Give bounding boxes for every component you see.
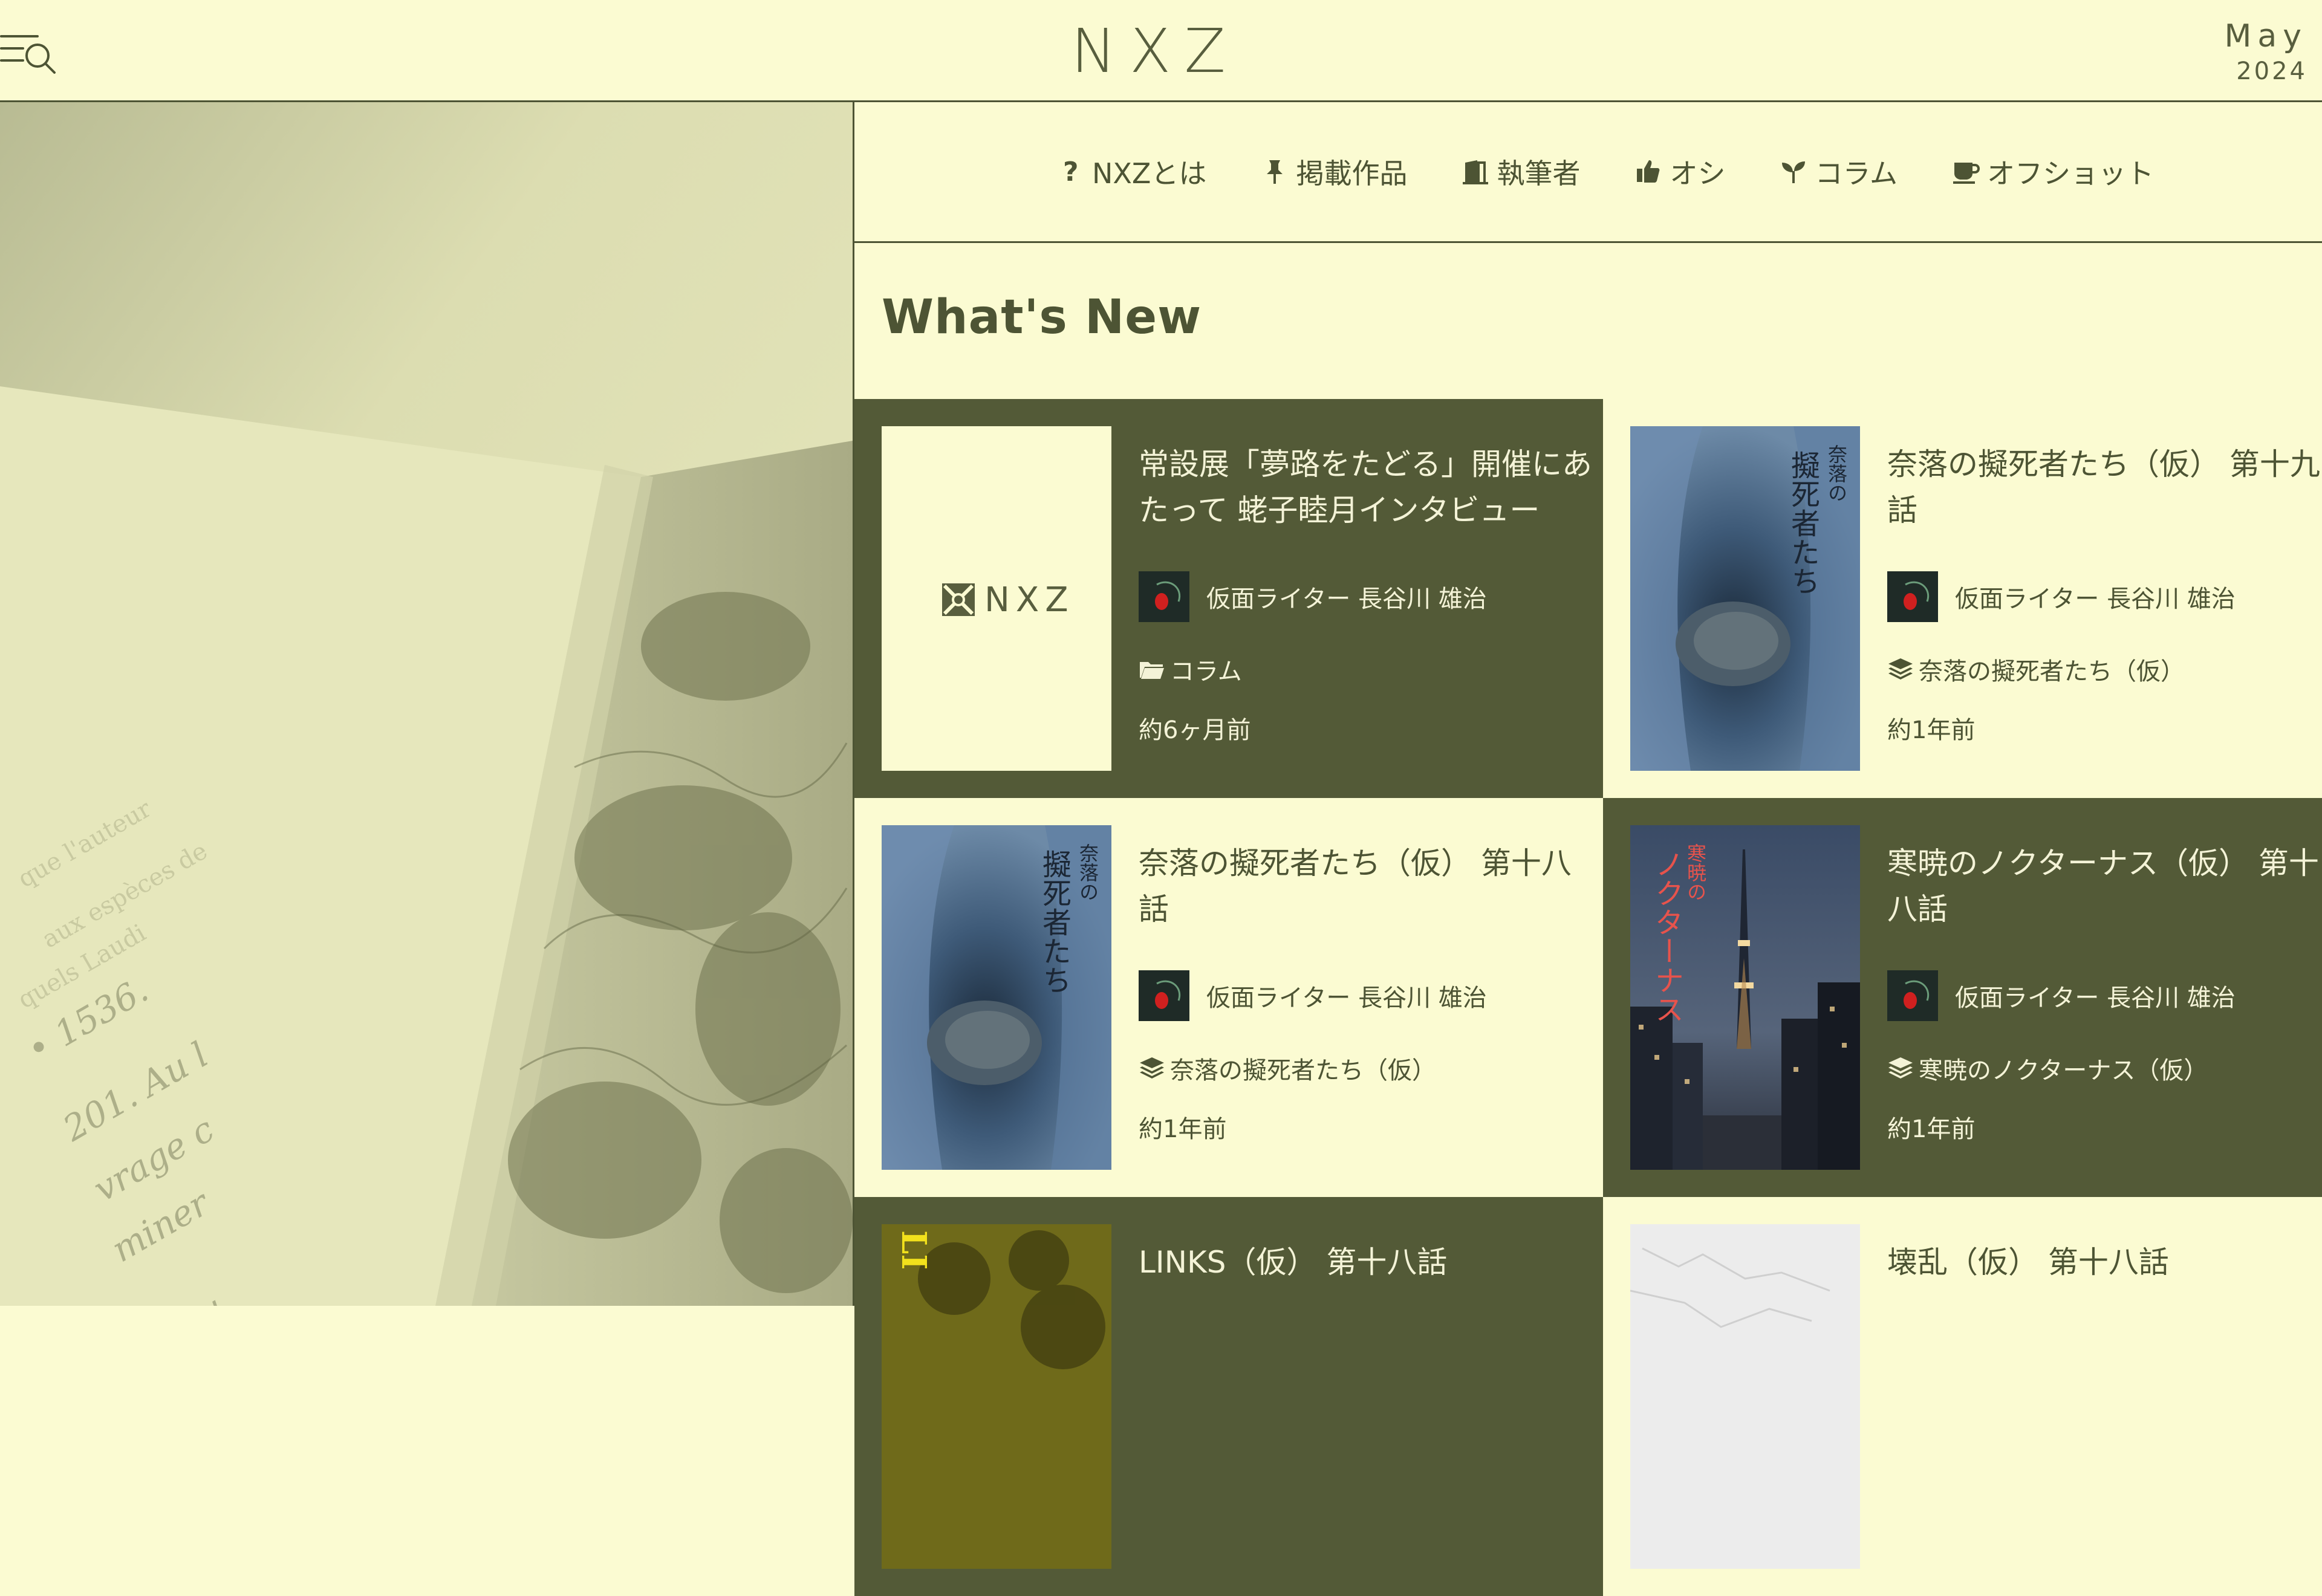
category-label: 奈落の擬死者たち（仮） xyxy=(1919,658,2185,686)
card-thumbnail: 奈落の 擬死者たち xyxy=(882,825,1111,1170)
news-grid: NXZ 常設展「夢路をたどる」開催にあたって 蛯子睦月インタビュー 仮面ライター… xyxy=(854,399,2322,1596)
card-category[interactable]: 寒暁のノクターナス（仮） xyxy=(1887,1051,2208,1086)
author-name: 仮面ライター 長谷川 雄治 xyxy=(1955,984,2236,1012)
date-year: 2024 xyxy=(2236,57,2307,85)
card-category[interactable]: 奈落の擬死者たち（仮） xyxy=(1139,1051,1436,1086)
card-thumbnail: 奈落の 擬死者たち xyxy=(1630,426,1860,771)
thumb-logo-text: NXZ xyxy=(984,580,1075,620)
news-card[interactable]: 壊乱（仮） 第十八話 xyxy=(1603,1197,2322,1596)
news-card[interactable]: 奈落の 擬死者たち 奈落の擬死者たち（仮） 第十九話 仮面ライター 長谷川 雄治… xyxy=(1603,399,2322,798)
card-author[interactable]: 仮面ライター 長谷川 雄治 xyxy=(1139,571,1487,622)
nav-item-writers[interactable]: 執筆者 xyxy=(1462,148,1580,196)
cover-title-big: 擬死者たち xyxy=(1037,849,1071,994)
card-title[interactable]: 奈落の擬死者たち（仮） 第十九話 xyxy=(1887,441,2322,533)
current-date: May 2024 xyxy=(2224,18,2307,88)
cover-title-big: ノクターナス xyxy=(1650,849,1683,1023)
avatar xyxy=(1887,970,1938,1021)
news-card[interactable]: 寒暁の ノクターナス 寒暁のノクターナス（仮） 第十八話 仮面ライター 長谷川 … xyxy=(1603,798,2322,1197)
nav-item-offshot[interactable]: オフショット xyxy=(1952,148,2154,196)
news-card[interactable]: LI LINKS（仮） 第十八話 xyxy=(854,1197,1603,1596)
card-thumbnail xyxy=(1630,1224,1860,1569)
seedling-icon xyxy=(1780,158,1807,186)
cover-title-small: 奈落の xyxy=(1076,843,1099,901)
layers-icon xyxy=(1139,1055,1165,1082)
card-title[interactable]: 奈落の擬死者たち（仮） 第十八話 xyxy=(1139,840,1598,932)
nav-list: ? NXZとは 掲載作品 執筆者 オシ コラム オフショット xyxy=(1057,102,2208,241)
nav-item-works[interactable]: 掲載作品 xyxy=(1261,148,1407,196)
card-author[interactable]: 仮面ライター 長谷川 雄治 xyxy=(1139,970,1487,1021)
category-label: 寒暁のノクターナス（仮） xyxy=(1919,1057,2208,1085)
thumbs-up-icon xyxy=(1634,158,1662,186)
category-label: コラム xyxy=(1170,658,1242,686)
nav-item-about[interactable]: ? NXZとは xyxy=(1057,148,1206,196)
nav-item-column[interactable]: コラム xyxy=(1780,148,1898,196)
hero-image: 201. Au l vrage c miner • 1536. peu que … xyxy=(0,102,853,1306)
card-author[interactable]: 仮面ライター 長谷川 雄治 xyxy=(1887,571,2236,622)
question-icon: ? xyxy=(1057,158,1085,186)
news-card[interactable]: 奈落の 擬死者たち 奈落の擬死者たち（仮） 第十八話 仮面ライター 長谷川 雄治… xyxy=(854,798,1603,1197)
site-header: NXZ May 2024 xyxy=(0,0,2322,102)
card-title[interactable]: LINKS（仮） 第十八話 xyxy=(1139,1239,1598,1285)
nav-label: NXZとは xyxy=(1092,157,1207,190)
nav-label: オフショット xyxy=(1987,157,2155,190)
card-title[interactable]: 常設展「夢路をたどる」開催にあたって 蛯子睦月インタビュー xyxy=(1139,441,1598,533)
avatar xyxy=(1887,571,1938,622)
avatar xyxy=(1139,970,1189,1021)
layers-icon xyxy=(1887,1055,1914,1082)
author-name: 仮面ライター 長谷川 雄治 xyxy=(1206,585,1487,613)
menu-search-button[interactable] xyxy=(0,31,58,74)
pin-icon xyxy=(1261,158,1289,186)
nav-label: オシ xyxy=(1670,157,1726,190)
coffee-icon xyxy=(1952,158,1980,186)
nav-label: 執筆者 xyxy=(1497,157,1581,190)
nav-label: コラム xyxy=(1815,157,1898,190)
card-thumbnail: LI xyxy=(882,1224,1111,1569)
card-time: 約1年前 xyxy=(1887,1115,1976,1143)
author-name: 仮面ライター 長谷川 雄治 xyxy=(1955,585,2236,613)
layers-icon xyxy=(1887,656,1914,683)
card-thumbnail: NXZ xyxy=(882,426,1111,771)
cover-title-big: 擬死者たち xyxy=(1786,450,1820,595)
category-label: 奈落の擬死者たち（仮） xyxy=(1170,1057,1436,1085)
date-month: May xyxy=(2224,18,2307,54)
card-time: 約1年前 xyxy=(1887,716,1976,744)
nav-item-oshi[interactable]: オシ xyxy=(1634,148,1725,196)
card-thumbnail: 寒暁の ノクターナス xyxy=(1630,825,1860,1170)
card-title[interactable]: 壊乱（仮） 第十八話 xyxy=(1887,1239,2322,1285)
card-time: 約6ヶ月前 xyxy=(1139,716,1251,744)
nav-label: 掲載作品 xyxy=(1296,157,1408,190)
card-title[interactable]: 寒暁のノクターナス（仮） 第十八話 xyxy=(1887,840,2322,932)
avatar xyxy=(1139,571,1189,622)
card-category[interactable]: 奈落の擬死者たち（仮） xyxy=(1887,652,2185,687)
card-time: 約1年前 xyxy=(1139,1115,1227,1143)
site-logo[interactable]: NXZ xyxy=(1064,18,1246,85)
cover-text: LI xyxy=(894,1230,934,1270)
svg-text:?: ? xyxy=(1063,158,1079,186)
main-nav: ? NXZとは 掲載作品 執筆者 オシ コラム オフショット xyxy=(854,102,2322,243)
card-author[interactable]: 仮面ライター 長谷川 雄治 xyxy=(1887,970,2236,1021)
author-name: 仮面ライター 長谷川 雄治 xyxy=(1206,984,1487,1012)
folder-icon xyxy=(1139,656,1165,683)
cover-title-small: 奈落の xyxy=(1825,444,1848,502)
news-card[interactable]: NXZ 常設展「夢路をたどる」開催にあたって 蛯子睦月インタビュー 仮面ライター… xyxy=(854,399,1603,798)
menu-search-icon xyxy=(0,35,56,74)
section-title: What's New xyxy=(882,290,1202,345)
door-icon xyxy=(1462,158,1489,186)
card-category[interactable]: コラム xyxy=(1139,652,1242,687)
